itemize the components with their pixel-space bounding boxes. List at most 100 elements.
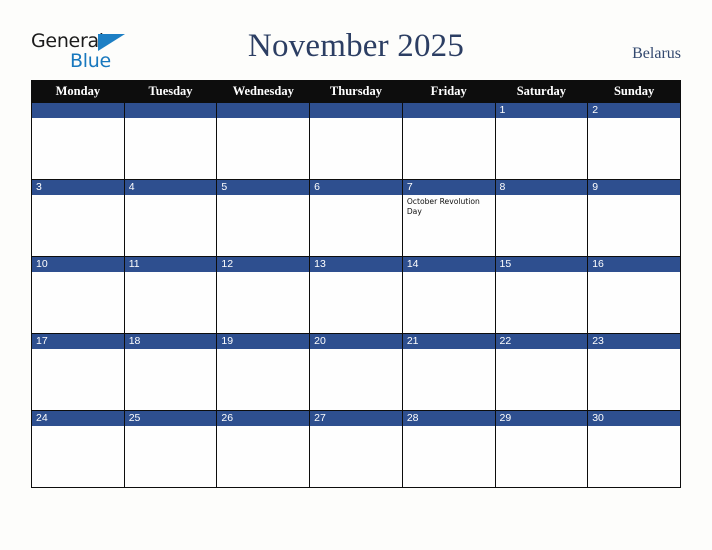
day-number: 18 xyxy=(124,334,217,349)
calendar-day-cell[interactable]: 13 xyxy=(309,256,403,334)
day-cell-content: 14 xyxy=(402,257,495,333)
calendar-day-cell[interactable]: 8 xyxy=(494,179,589,257)
day-event-text xyxy=(403,272,495,274)
calendar-day-cell[interactable]: 7 October Revolution Day xyxy=(401,179,496,257)
calendar-week-row: 12 xyxy=(31,102,681,180)
day-number: 2 xyxy=(588,103,680,118)
calendar-day-cell[interactable]: 15 xyxy=(494,256,589,334)
calendar-day-cell[interactable]: 1 xyxy=(494,102,589,180)
day-number: 4 xyxy=(124,180,217,195)
calendar-day-cell[interactable]: 24 xyxy=(31,410,125,488)
day-event-text xyxy=(125,118,217,120)
day-event-text xyxy=(588,426,680,428)
calendar-day-cell[interactable]: 20 xyxy=(309,333,403,411)
calendar-day-cell[interactable]: 27 xyxy=(309,410,403,488)
day-number: 9 xyxy=(588,180,680,195)
day-event-text xyxy=(496,272,588,274)
calendar-day-cell[interactable]: 22 xyxy=(494,333,589,411)
calendar-day-cell[interactable] xyxy=(123,102,218,180)
day-event-text xyxy=(496,195,588,197)
calendar-day-cell[interactable]: 23 xyxy=(587,333,681,411)
page-header: General Blue November 2025 Belarus xyxy=(0,0,712,80)
day-event-text xyxy=(125,272,217,274)
day-number xyxy=(217,103,310,118)
calendar-day-cell[interactable]: 14 xyxy=(401,256,496,334)
calendar-grid: Monday Tuesday Wednesday Thursday Friday… xyxy=(31,80,681,488)
calendar-day-cell[interactable] xyxy=(401,102,496,180)
day-event-text xyxy=(588,272,680,274)
day-number: 23 xyxy=(588,334,680,349)
calendar-day-cell[interactable]: 9 xyxy=(587,179,681,257)
calendar-day-cell[interactable]: 4 xyxy=(123,179,218,257)
day-cell-content: 9 xyxy=(588,180,680,256)
day-cell-content: 17 xyxy=(32,334,124,410)
day-event-text xyxy=(310,272,402,274)
day-cell-content: 29 xyxy=(495,411,588,487)
calendar-day-cell[interactable]: 19 xyxy=(216,333,311,411)
day-event-text xyxy=(496,349,588,351)
calendar-day-cell[interactable]: 2 xyxy=(587,102,681,180)
day-cell-content xyxy=(217,103,310,179)
weekday-header-monday: Monday xyxy=(31,80,125,103)
page-title: November 2025 xyxy=(247,28,465,64)
calendar-week-row: 17 18 19 20 21 22 23 xyxy=(31,333,681,411)
day-cell-content: 26 xyxy=(217,411,310,487)
day-event-text xyxy=(496,118,588,120)
calendar-day-cell[interactable]: 10 xyxy=(31,256,125,334)
weekday-header-sunday: Sunday xyxy=(587,80,681,103)
day-number: 19 xyxy=(217,334,310,349)
calendar-day-cell[interactable]: 17 xyxy=(31,333,125,411)
day-event-text xyxy=(217,272,309,274)
day-number xyxy=(310,103,402,118)
day-cell-content: 27 xyxy=(310,411,402,487)
day-number: 20 xyxy=(310,334,402,349)
day-event-text xyxy=(32,349,124,351)
day-event-text xyxy=(310,118,402,120)
day-cell-content xyxy=(310,103,402,179)
day-cell-content: 10 xyxy=(32,257,124,333)
calendar-day-cell[interactable] xyxy=(309,102,403,180)
calendar-day-cell[interactable]: 25 xyxy=(123,410,218,488)
calendar-day-cell[interactable]: 28 xyxy=(401,410,496,488)
calendar-day-cell[interactable]: 3 xyxy=(31,179,125,257)
day-number: 6 xyxy=(310,180,402,195)
calendar-day-cell[interactable]: 21 xyxy=(401,333,496,411)
day-number: 13 xyxy=(310,257,402,272)
calendar-day-cell[interactable]: 18 xyxy=(123,333,218,411)
calendar-day-cell[interactable] xyxy=(31,102,125,180)
calendar-day-cell[interactable]: 5 xyxy=(216,179,311,257)
calendar-day-cell[interactable]: 26 xyxy=(216,410,311,488)
country-label: Belarus xyxy=(632,45,681,62)
calendar-day-cell[interactable]: 30 xyxy=(587,410,681,488)
calendar-day-cell[interactable] xyxy=(216,102,311,180)
day-event-text xyxy=(310,426,402,428)
day-event-text: October Revolution Day xyxy=(406,197,480,216)
day-cell-content: 30 xyxy=(588,411,680,487)
calendar-day-cell[interactable]: 12 xyxy=(216,256,311,334)
day-cell-content xyxy=(402,103,495,179)
day-cell-content: 11 xyxy=(124,257,217,333)
day-cell-content: 2 xyxy=(588,103,680,179)
weekday-header-tuesday: Tuesday xyxy=(123,80,218,103)
day-number: 14 xyxy=(402,257,495,272)
day-number: 15 xyxy=(495,257,588,272)
day-cell-content: 8 xyxy=(495,180,588,256)
day-event-text xyxy=(32,426,124,428)
day-number: 17 xyxy=(32,334,124,349)
day-number: 26 xyxy=(217,411,310,426)
day-event-text xyxy=(125,349,217,351)
day-cell-content: 24 xyxy=(32,411,124,487)
day-cell-content: 5 xyxy=(217,180,310,256)
day-cell-content: 1 xyxy=(495,103,588,179)
calendar-day-cell[interactable]: 29 xyxy=(494,410,589,488)
day-cell-content: 22 xyxy=(495,334,588,410)
day-cell-content xyxy=(32,103,124,179)
calendar-day-cell[interactable]: 6 xyxy=(309,179,403,257)
day-number xyxy=(402,103,495,118)
day-number: 5 xyxy=(217,180,310,195)
calendar-day-cell[interactable]: 11 xyxy=(123,256,218,334)
day-event-text xyxy=(588,349,680,351)
calendar-day-cell[interactable]: 16 xyxy=(587,256,681,334)
day-event-text xyxy=(310,349,402,351)
day-cell-content: 18 xyxy=(124,334,217,410)
